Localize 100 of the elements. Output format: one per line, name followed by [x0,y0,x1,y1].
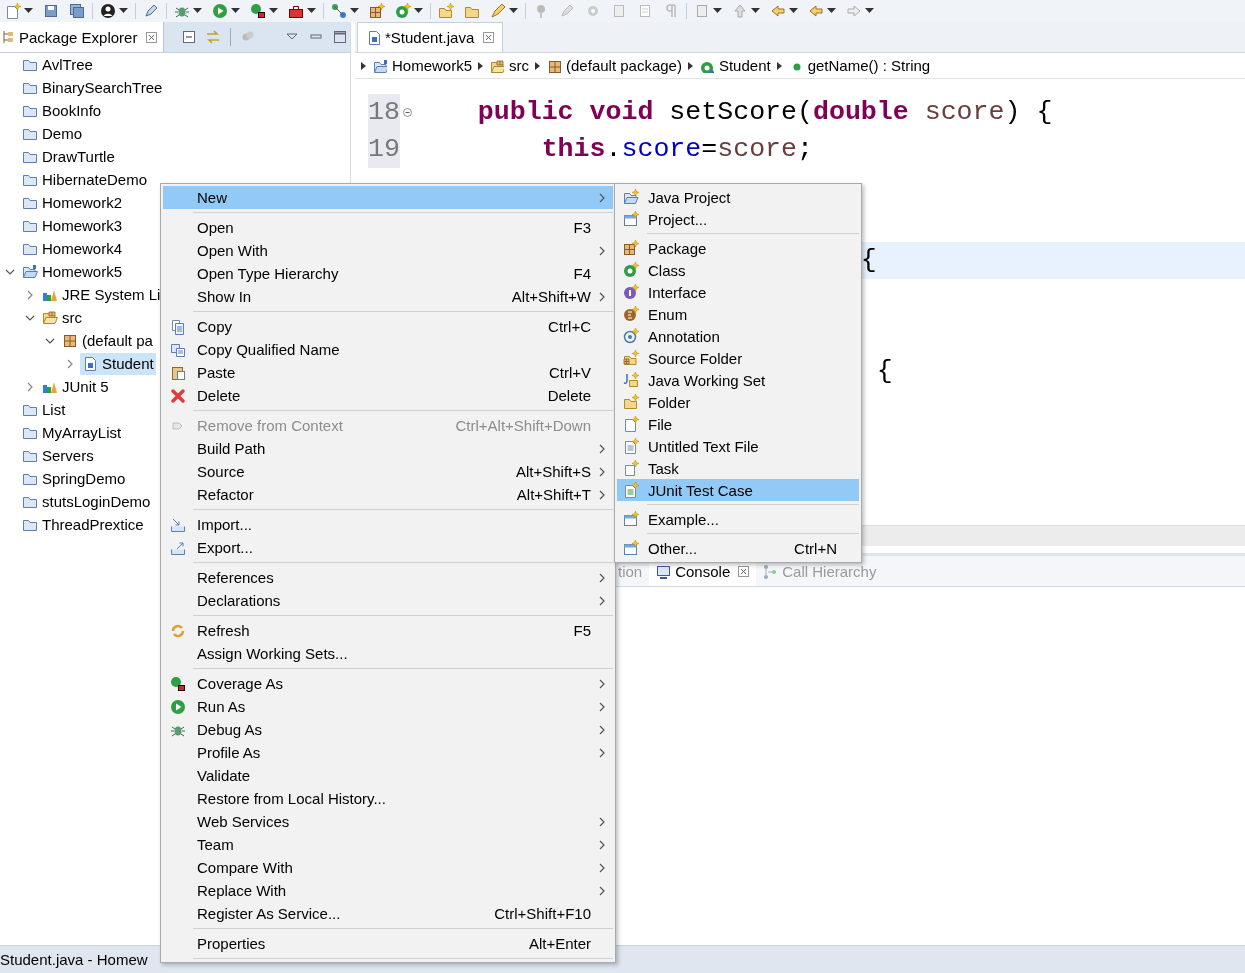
collapse-all-button[interactable] [182,30,197,44]
breadcrumb-item[interactable]: Student [699,57,771,74]
menu-item[interactable]: Validate [163,764,613,787]
menu-item[interactable]: Untitled Text File [617,435,859,457]
tree-item[interactable]: Servers [20,444,96,467]
menu-item[interactable]: Interface [617,281,859,303]
close-button[interactable] [483,32,495,43]
menu-item[interactable]: Enum [617,303,859,325]
hierarchy-icon [763,563,779,579]
menu-item[interactable]: JUnit Test Case [617,479,859,501]
menu-item[interactable]: Coverage As [163,672,613,695]
menu-item[interactable]: Copy Qualified Name [163,338,613,361]
menu-item[interactable]: Open Type Hierarchy F4 [163,262,613,285]
menu-item[interactable]: Debug As [163,718,613,741]
menu-item[interactable]: Open With [163,239,613,262]
tree-item[interactable]: stutsLoginDemo [20,490,153,513]
menu-item[interactable]: Profile As [163,741,613,764]
menu-item[interactable]: Import... [163,513,613,536]
menu-item[interactable]: Other... Ctrl+N [617,537,859,559]
close-button[interactable] [738,565,750,577]
chevron-right-icon[interactable] [26,289,34,300]
menu-item[interactable]: Delete Delete [163,384,613,407]
menu-item[interactable]: Build Path [163,437,613,460]
menu-item[interactable]: Team [163,833,613,856]
close-button[interactable] [146,31,158,43]
menu-item[interactable]: Class [617,259,859,281]
tree-item[interactable]: Homework3 [20,214,125,237]
menu-item[interactable]: Copy Ctrl+C [163,315,613,338]
test-case-icon [622,482,639,498]
menu-item[interactable]: New [163,186,613,209]
tree-item[interactable]: JUnit 5 [40,375,111,398]
chevron-down-icon[interactable] [25,313,35,322]
chevron-right-icon[interactable] [66,358,74,369]
breadcrumb-item[interactable]: (default package) [547,57,682,74]
menu-item[interactable]: Annotation [617,325,859,347]
text-file-icon [622,438,639,454]
menu-item[interactable]: Restore from Local History... [163,787,613,810]
menu-item[interactable]: Refactor Alt+Shift+T [163,483,613,506]
chevron-down-icon[interactable] [45,336,55,345]
menu-item[interactable]: References [163,566,613,589]
menu-item[interactable]: Source Folder [617,347,859,369]
tree-item[interactable]: DrawTurtle [20,145,117,168]
menu-item[interactable]: Java Project [617,186,859,208]
menu-item[interactable]: Run As [163,695,613,718]
breadcrumb-item[interactable]: src [490,57,530,74]
chevron-down-icon[interactable] [5,267,15,276]
tree-item[interactable]: BinarySearchTree [20,76,165,99]
document-icon [694,3,710,19]
menu-item[interactable]: Folder [617,391,859,413]
folder-icon [622,394,639,410]
menu-item[interactable]: Show In Alt+Shift+W [163,285,613,308]
menu-item[interactable]: Source Alt+Shift+S [163,460,613,483]
menu-item[interactable]: Java Working Set [617,369,859,391]
tree-item[interactable]: BookInfo [20,99,104,122]
task-icon [622,460,639,476]
tree-item[interactable]: Homework4 [20,237,125,260]
chevron-right-icon[interactable] [26,381,34,392]
maximize-button[interactable] [333,30,348,44]
collapse-all-icon [182,30,197,44]
tree-item[interactable]: JRE System Li [40,283,163,306]
menu-item[interactable]: File [617,413,859,435]
menu-item[interactable]: Package [617,237,859,259]
menu-item[interactable]: Project... [617,208,859,230]
tree-item[interactable]: Homework5 [20,260,125,283]
menu-item[interactable]: Declarations [163,589,613,612]
menu-item[interactable]: Compare With [163,856,613,879]
class-icon [622,262,639,278]
breadcrumb-item[interactable]: getName() : String [788,57,931,74]
fold-icon[interactable] [402,108,412,117]
menu-item[interactable]: Register As Service... Ctrl+Shift+F10 [163,902,613,925]
menu-item[interactable]: Paste Ctrl+V [163,361,613,384]
tree-item[interactable]: Homework2 [20,191,125,214]
breadcrumb-item[interactable]: Homework5 [373,57,473,74]
view-tab[interactable]: Package Explorer [0,22,165,52]
tree-item[interactable]: HibernateDemo [20,168,150,191]
arrow-left-icon [770,3,786,19]
package-folder-icon [490,58,505,73]
tree-item[interactable]: ThreadPrextice [20,513,146,536]
tree-item[interactable]: Demo [20,122,84,145]
tree-item[interactable]: src [40,306,84,329]
save-all-icon [69,3,85,19]
menu-item[interactable]: Replace With [163,879,613,902]
menu-item[interactable]: Open F3 [163,216,613,239]
tree-item[interactable]: Student [80,352,156,375]
menu-item[interactable]: Export... [163,536,613,559]
menu-item[interactable]: Web Services [163,810,613,833]
menu-item[interactable]: Example... [617,508,859,530]
tree-item[interactable]: (default pa [60,329,155,352]
paragraph-icon [663,3,679,19]
editor-tab[interactable]: *Student.java [357,22,504,52]
menu-item[interactable]: Assign Working Sets... [163,642,613,665]
tree-item[interactable]: SpringDemo [20,467,128,490]
tree-item[interactable]: List [20,398,68,421]
tree-item[interactable]: MyArrayList [20,421,124,444]
triangle-right-icon [361,60,367,71]
menu-item[interactable]: Refresh F5 [163,619,613,642]
menu-item[interactable]: Properties Alt+Enter [163,932,613,955]
triangle-right-icon [687,60,694,71]
menu-item[interactable]: Task [617,457,859,479]
tree-item[interactable]: AvlTree [20,53,95,76]
